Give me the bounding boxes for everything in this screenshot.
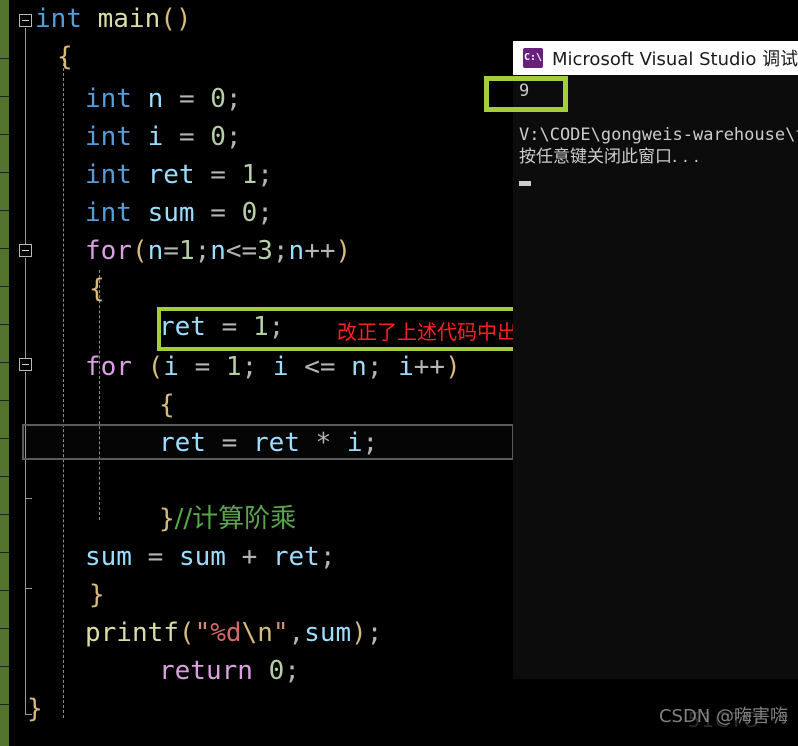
console-output-value: 9 xyxy=(519,81,530,101)
change-indicator-bar xyxy=(0,0,9,746)
code-line-10[interactable]: for (i = 1; i <= n; i++) xyxy=(85,348,461,386)
console-app-icon: C:\ xyxy=(523,48,543,68)
debug-console-window[interactable]: C:\ Microsoft Visual Studio 调试控制台 9 V:\C… xyxy=(513,41,798,679)
console-cursor xyxy=(519,181,531,186)
fold-toggle-main[interactable] xyxy=(19,14,32,27)
code-line-11[interactable]: { xyxy=(159,386,175,424)
code-line-7[interactable]: for(n=1;n<=3;n++) xyxy=(85,232,351,270)
console-window-title: Microsoft Visual Studio 调试控制台 xyxy=(552,49,798,70)
code-line-3[interactable]: int n = 0; xyxy=(85,80,242,118)
console-exit-path-line: V:\CODE\gongweis-warehouse\t xyxy=(519,125,798,145)
code-line-9[interactable]: ret = 1; xyxy=(159,308,284,346)
fold-toggle-outer-for[interactable] xyxy=(19,244,32,257)
code-folding-gutter[interactable] xyxy=(9,0,35,746)
code-line-19[interactable]: } xyxy=(27,690,43,728)
code-line-6[interactable]: int sum = 0; xyxy=(85,194,273,232)
console-title-bar[interactable]: C:\ Microsoft Visual Studio 调试控制台 xyxy=(513,41,798,75)
code-line-1[interactable]: int main() xyxy=(35,0,192,38)
code-line-5[interactable]: int ret = 1; xyxy=(85,156,273,194)
code-line-14[interactable]: }//计算阶乘 xyxy=(159,500,296,538)
code-line-8[interactable]: { xyxy=(89,270,105,308)
code-line-15[interactable]: sum = sum + ret; xyxy=(85,538,336,576)
fold-toggle-inner-for[interactable] xyxy=(19,358,32,371)
code-line-4[interactable]: int i = 0; xyxy=(85,118,242,156)
indent-guide-level-1 xyxy=(63,58,64,718)
code-line-16[interactable]: } xyxy=(89,576,105,614)
code-line-18[interactable]: return 0; xyxy=(159,652,300,690)
console-prompt-line: 按任意键关闭此窗口. . . xyxy=(519,147,700,167)
fold-region-end-outer xyxy=(25,588,32,589)
console-app-icon-label: C:\ xyxy=(523,52,543,63)
code-line-2[interactable]: { xyxy=(57,38,73,76)
code-line-12[interactable]: ret = ret * i; xyxy=(159,424,378,462)
vs-editor-screenshot: int main() { int n = 0; int i = 0; int r… xyxy=(0,0,798,746)
fold-region-end-inner xyxy=(25,498,32,499)
console-output-area[interactable]: 9 V:\CODE\gongweis-warehouse\t 按任意键关闭此窗口… xyxy=(513,75,798,679)
code-line-17[interactable]: printf("%d\n",sum); xyxy=(85,614,382,652)
